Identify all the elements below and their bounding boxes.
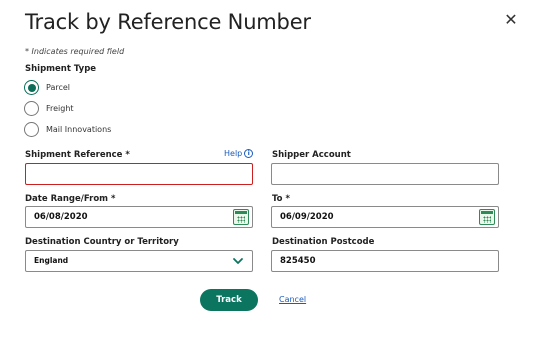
close-icon[interactable]: ✕ [503, 12, 519, 28]
radio-label: Freight [46, 104, 74, 113]
date-to-input[interactable]: 06/09/2020 [271, 206, 499, 228]
radio-selected-dot [27, 83, 36, 92]
cancel-link[interactable]: Cancel [279, 295, 306, 304]
destination-postcode-label: Destination Postcode [272, 237, 375, 247]
calendar-header [235, 211, 247, 214]
track-button[interactable]: Track [200, 289, 258, 311]
calendar-grid [237, 216, 245, 223]
radio-freight[interactable]: Freight [24, 101, 74, 116]
calendar-icon[interactable] [233, 209, 249, 225]
date-from-input[interactable]: 06/08/2020 [25, 206, 253, 228]
shipper-account-input[interactable] [271, 163, 499, 185]
calendar-grid [483, 216, 491, 223]
date-to-label: To * [272, 194, 290, 204]
calendar-header [481, 211, 493, 214]
shipper-account-label: Shipper Account [272, 150, 351, 160]
date-from-label: Date Range/From * [25, 194, 116, 204]
help-label[interactable]: Help [224, 149, 242, 158]
radio-label: Parcel [46, 83, 71, 92]
destination-postcode-input[interactable]: 825450 [271, 250, 499, 272]
radio-button[interactable] [24, 101, 39, 116]
page-title: Track by Reference Number [25, 10, 311, 34]
shipment-type-label: Shipment Type [25, 64, 97, 74]
destination-country-label: Destination Country or Territory [25, 237, 179, 247]
info-icon[interactable]: i [244, 149, 254, 158]
radio-parcel[interactable]: Parcel [24, 80, 70, 95]
radio-mail-innovations[interactable]: Mail Innovations [24, 122, 111, 137]
radio-button[interactable] [24, 122, 39, 137]
chevron-down-icon [233, 258, 243, 264]
help-link[interactable]: Help i [224, 149, 254, 158]
radio-button[interactable] [24, 80, 39, 95]
destination-country-select[interactable]: England [25, 250, 253, 272]
selected-country: England [34, 256, 69, 265]
calendar-icon[interactable] [479, 209, 495, 225]
required-note: * Indicates required field [25, 47, 125, 56]
shipment-reference-input[interactable] [25, 163, 253, 185]
shipment-reference-label: Shipment Reference * [25, 150, 130, 160]
radio-label: Mail Innovations [46, 125, 112, 134]
